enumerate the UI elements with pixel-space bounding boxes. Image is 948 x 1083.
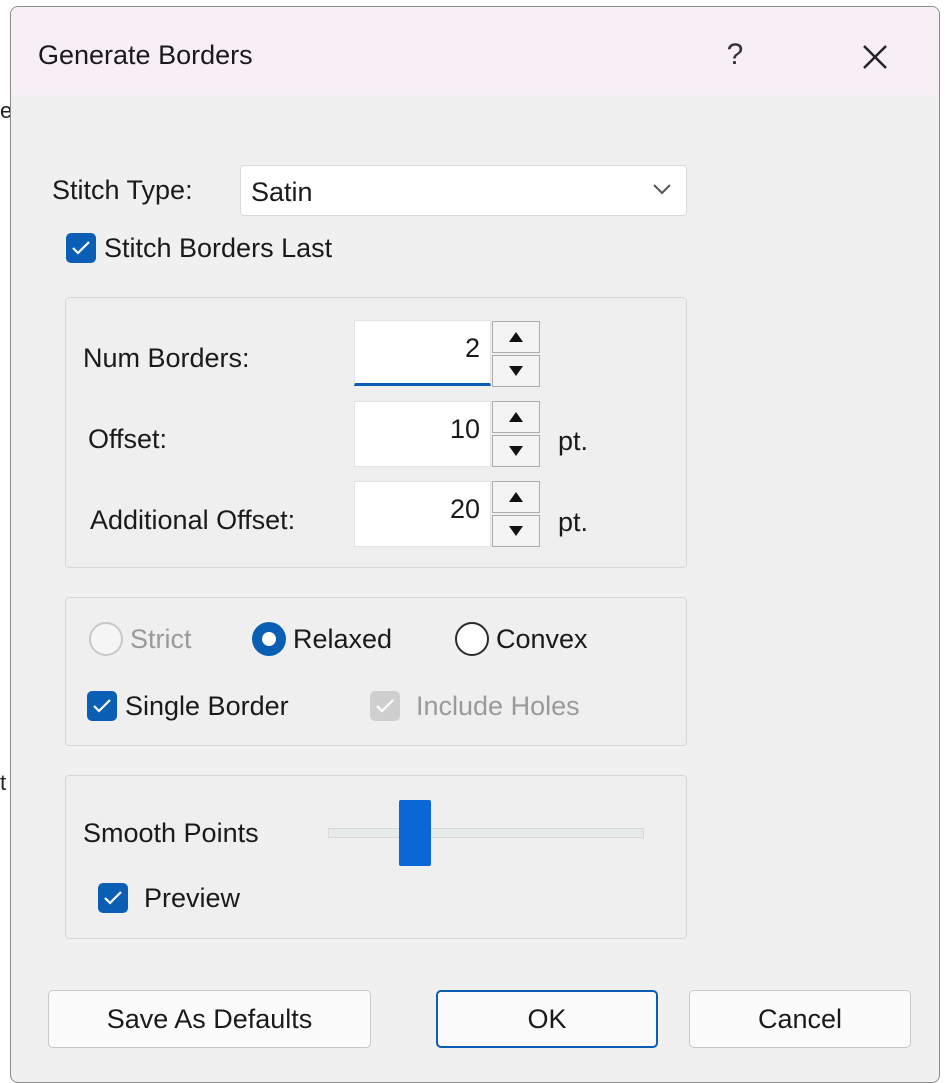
num-borders-input[interactable]: 2 [354, 320, 491, 386]
single-border-checkbox[interactable] [87, 691, 117, 721]
additional-offset-input[interactable]: 20 [354, 481, 491, 547]
offset-decrement-button[interactable] [492, 435, 540, 467]
checkmark-icon [104, 891, 122, 905]
smooth-points-slider-thumb[interactable] [399, 800, 431, 866]
num-borders-decrement-button[interactable] [492, 355, 540, 387]
checkmark-icon [72, 241, 90, 255]
arrow-up-icon [509, 492, 523, 502]
arrow-down-icon [509, 366, 523, 376]
relaxed-radio[interactable] [252, 622, 286, 656]
help-button[interactable]: ? [711, 31, 759, 79]
additional-offset-increment-button[interactable] [492, 481, 540, 513]
offset-label: Offset: [88, 424, 168, 454]
checkmark-icon [93, 699, 111, 713]
ok-button[interactable]: OK [436, 990, 658, 1048]
chevron-down-icon [652, 182, 672, 201]
convex-label: Convex [496, 624, 588, 654]
strict-label: Strict [130, 624, 192, 654]
arrow-up-icon [509, 412, 523, 422]
convex-radio[interactable] [455, 622, 489, 656]
stitch-borders-last-checkbox[interactable] [66, 233, 96, 263]
additional-offset-spinner [492, 481, 542, 549]
dialog-title: Generate Borders [38, 40, 253, 70]
offset-unit: pt. [558, 426, 589, 456]
stitch-type-value: Satin [251, 177, 313, 207]
smooth-points-slider-track[interactable] [328, 828, 644, 838]
stitch-borders-last-label: Stitch Borders Last [104, 233, 333, 263]
relaxed-label: Relaxed [293, 624, 393, 654]
background-text-fragment: t [0, 770, 7, 795]
arrow-down-icon [509, 446, 523, 456]
border-mode-group [65, 597, 687, 746]
offset-increment-button[interactable] [492, 401, 540, 433]
close-button[interactable] [851, 33, 899, 81]
include-holes-label: Include Holes [416, 691, 580, 721]
num-borders-increment-button[interactable] [492, 321, 540, 353]
additional-offset-label: Additional Offset: [90, 505, 296, 535]
include-holes-checkbox[interactable] [370, 691, 400, 721]
additional-offset-decrement-button[interactable] [492, 515, 540, 547]
preview-checkbox[interactable] [98, 883, 128, 913]
preview-label: Preview [144, 883, 241, 913]
strict-radio[interactable] [89, 622, 123, 656]
title-bar: Generate Borders ? [11, 7, 939, 95]
checkmark-icon [376, 699, 394, 713]
arrow-up-icon [509, 332, 523, 342]
cancel-button[interactable]: Cancel [689, 990, 911, 1048]
num-borders-label: Num Borders: [83, 343, 250, 373]
single-border-label: Single Border [125, 691, 289, 721]
offset-spinner [492, 401, 542, 469]
num-borders-spinner [492, 321, 542, 389]
additional-offset-value: 20 [449, 494, 480, 524]
stitch-type-label: Stitch Type: [52, 175, 193, 205]
generate-borders-dialog: Generate Borders ? Stitch Type: Satin St… [10, 6, 940, 1083]
save-as-defaults-button[interactable]: Save As Defaults [48, 990, 371, 1048]
close-icon [863, 45, 887, 69]
arrow-down-icon [509, 526, 523, 536]
offset-input[interactable]: 10 [354, 401, 491, 467]
additional-offset-unit: pt. [558, 507, 589, 537]
num-borders-value: 2 [464, 333, 480, 363]
smoothing-group [65, 775, 687, 939]
offset-value: 10 [449, 414, 480, 444]
smooth-points-label: Smooth Points [83, 818, 259, 848]
stitch-type-select[interactable]: Satin [240, 165, 687, 216]
